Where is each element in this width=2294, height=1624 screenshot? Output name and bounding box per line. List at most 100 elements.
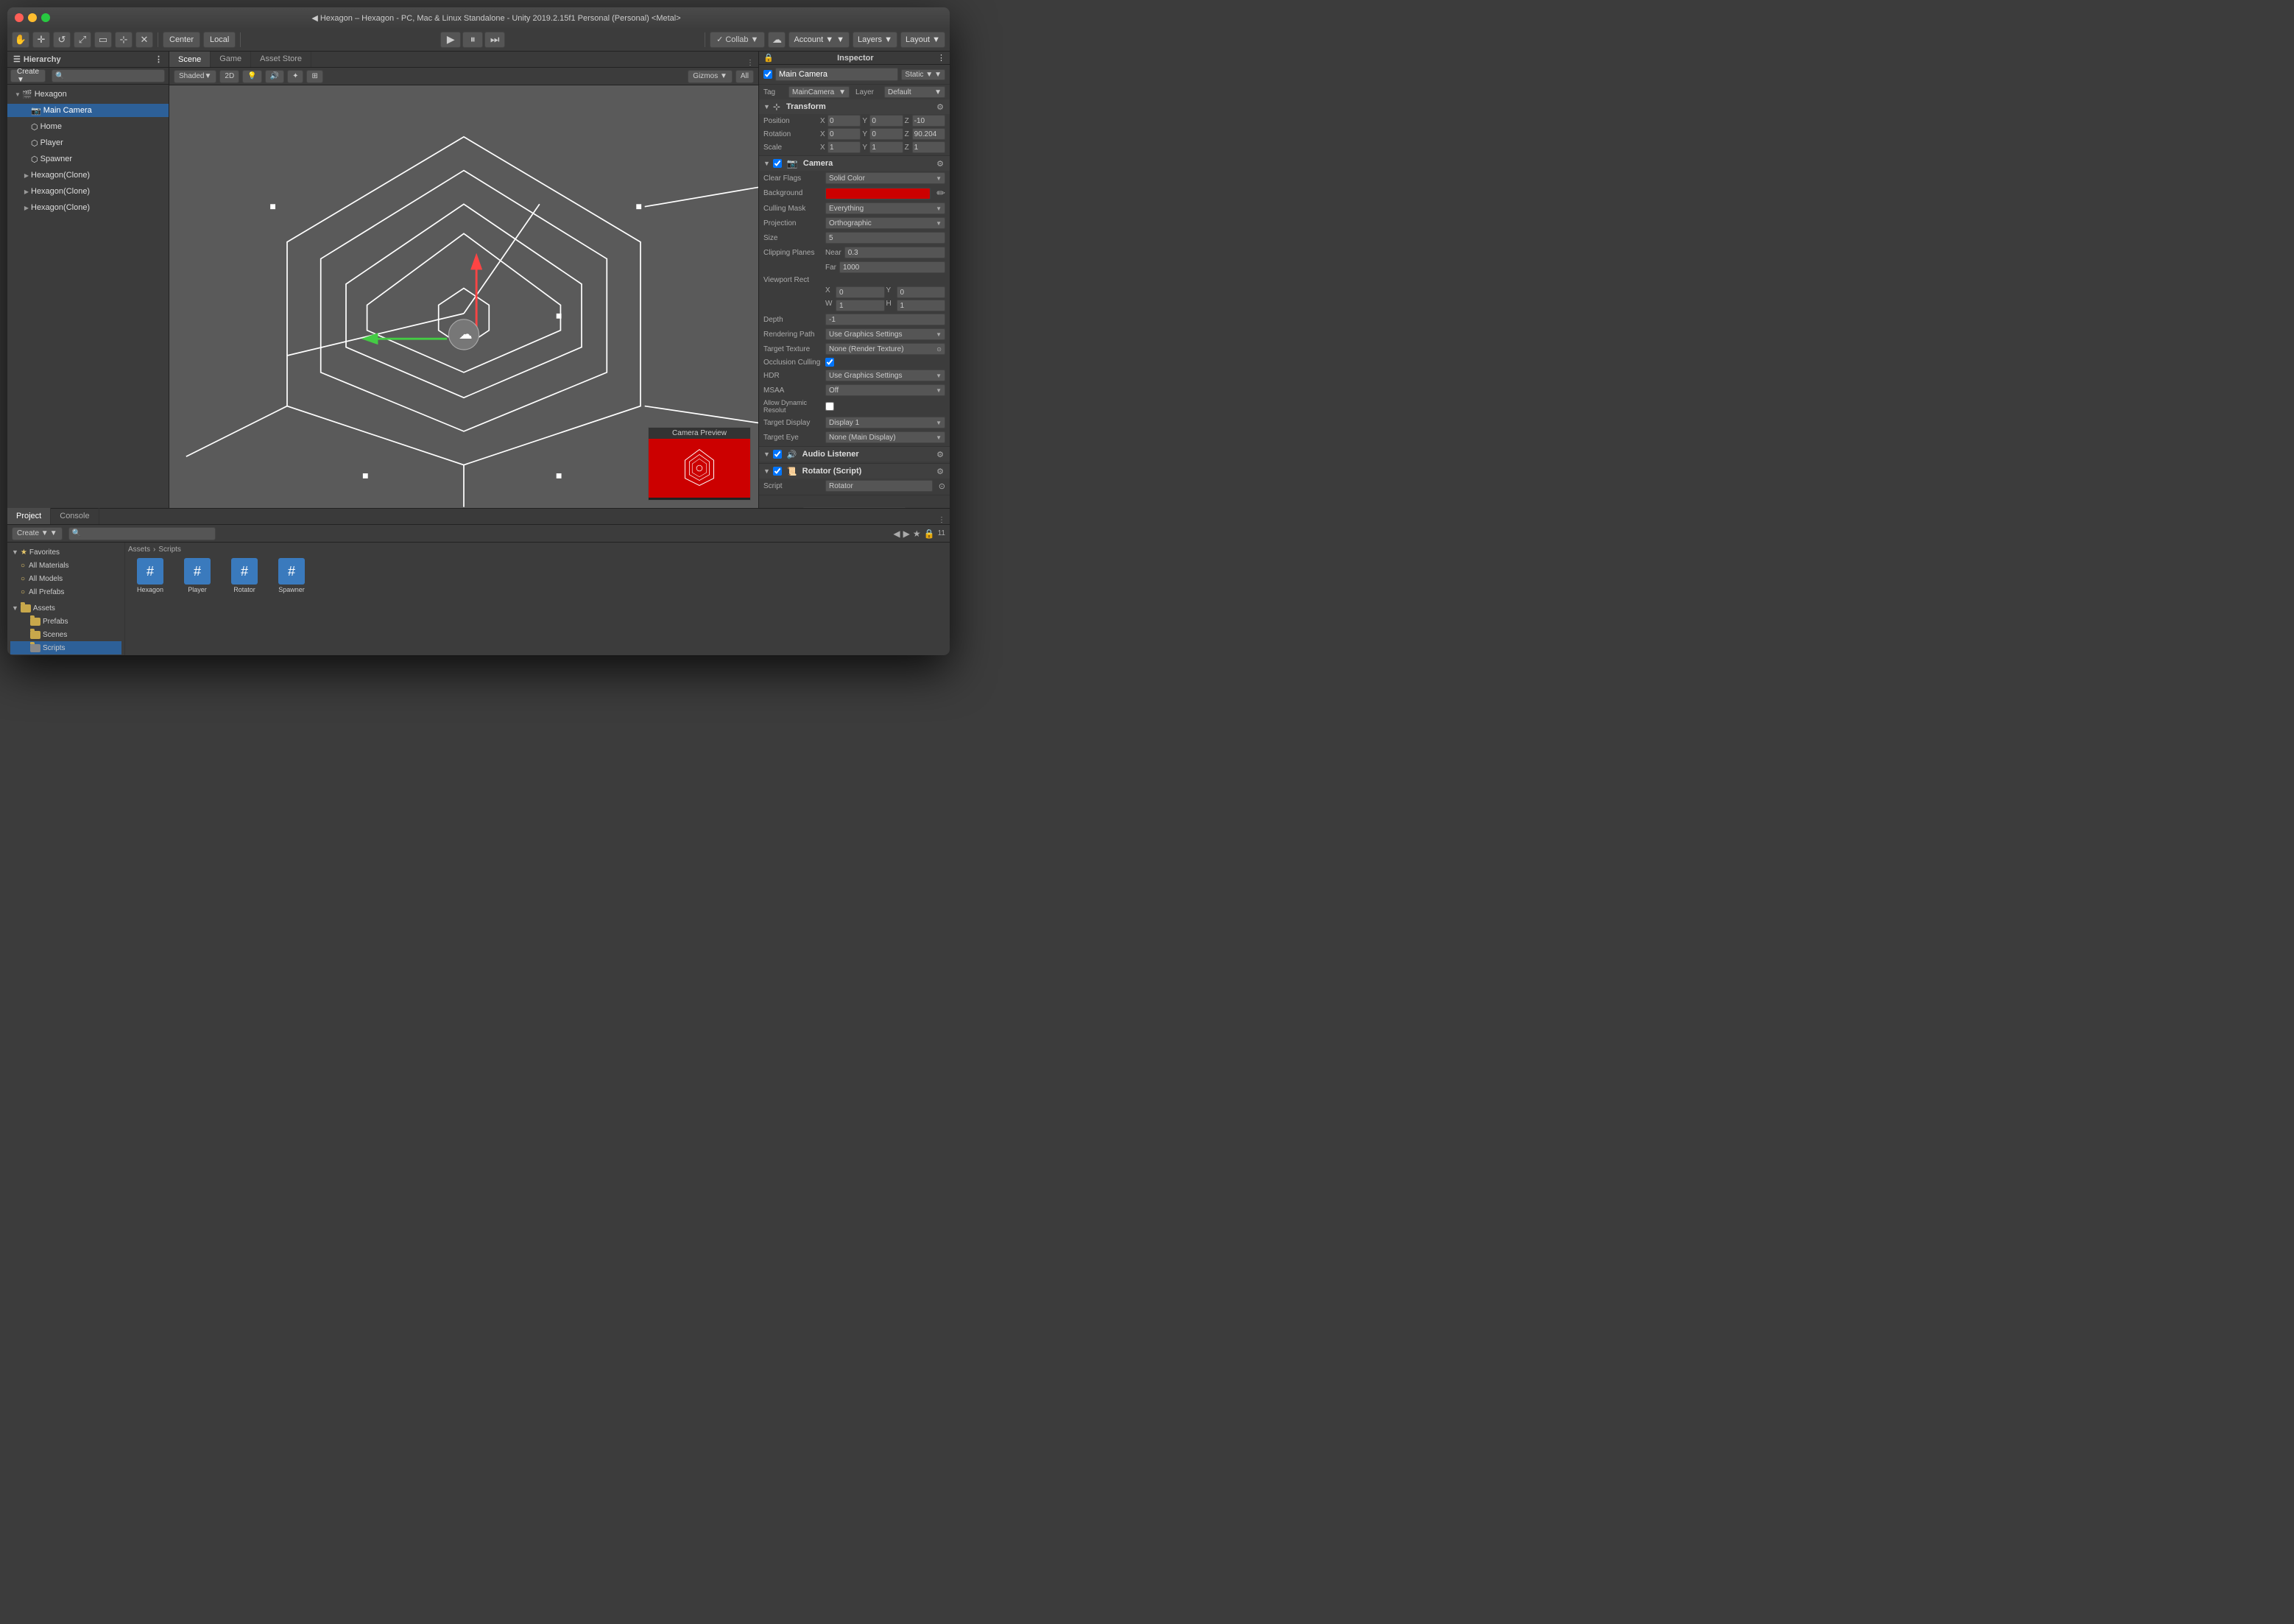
hierarchy-row-clone1[interactable]: ▶ Hexagon(Clone) bbox=[7, 169, 169, 182]
project-back-icon[interactable]: ◀ bbox=[893, 529, 900, 539]
maximize-button[interactable] bbox=[41, 13, 50, 22]
clear-flags-dropdown[interactable]: Solid Color ▼ bbox=[825, 172, 945, 184]
occlusion-culling-checkbox[interactable] bbox=[825, 358, 834, 367]
audio-listener-options[interactable]: ⚙ bbox=[935, 449, 945, 459]
target-texture-dropdown[interactable]: None (Render Texture) ⊙ bbox=[825, 343, 945, 355]
shading-dropdown[interactable]: Shaded ▼ bbox=[174, 70, 216, 83]
project-search-input[interactable] bbox=[81, 529, 212, 537]
vp-h-field[interactable]: 1 bbox=[897, 300, 946, 311]
pivot-local-btn[interactable]: Local bbox=[203, 32, 236, 48]
account-dropdown[interactable]: Account ▼ ▼ bbox=[788, 32, 850, 48]
breadcrumb-scripts[interactable]: Scripts bbox=[158, 546, 181, 554]
camera-header[interactable]: ▼ 📷 Camera ⚙ bbox=[759, 156, 950, 171]
culling-mask-dropdown[interactable]: Everything ▼ bbox=[825, 202, 945, 214]
rotation-y-input[interactable] bbox=[869, 128, 903, 140]
msaa-dropdown[interactable]: Off ▼ bbox=[825, 384, 945, 396]
target-display-dropdown[interactable]: Display 1 ▼ bbox=[825, 417, 945, 428]
hierarchy-create-btn[interactable]: Create ▼ bbox=[10, 69, 46, 82]
dynamic-res-checkbox[interactable] bbox=[825, 402, 834, 411]
bottom-menu-icon[interactable]: ⋮ bbox=[938, 516, 945, 524]
color-picker-icon[interactable]: ✏ bbox=[936, 187, 945, 200]
tab-game[interactable]: Game bbox=[211, 52, 251, 67]
audio-btn[interactable]: 🔊 bbox=[265, 70, 284, 83]
play-button[interactable]: ▶ bbox=[440, 32, 461, 48]
pause-button[interactable]: ⏸ bbox=[462, 32, 483, 48]
tab-scene[interactable]: Scene bbox=[169, 52, 211, 67]
custom-tool-btn[interactable]: ✕ bbox=[135, 32, 153, 48]
target-eye-dropdown[interactable]: None (Main Display) ▼ bbox=[825, 431, 945, 443]
hand-tool-btn[interactable]: ✋ bbox=[12, 32, 29, 48]
hdr-dropdown[interactable]: Use Graphics Settings ▼ bbox=[825, 370, 945, 381]
fx-btn[interactable]: ✦ bbox=[287, 70, 303, 83]
scene-view-options[interactable]: ⊞ bbox=[306, 70, 322, 83]
all-materials-item[interactable]: ○ All Materials bbox=[10, 559, 121, 572]
hierarchy-row-clone3[interactable]: ▶ Hexagon(Clone) bbox=[7, 201, 169, 214]
hierarchy-menu-icon[interactable]: ⋮ bbox=[155, 54, 163, 64]
audio-listener-header[interactable]: ▼ 🔊 Audio Listener ⚙ bbox=[759, 447, 950, 462]
vp-y-field[interactable]: 0 bbox=[897, 286, 946, 298]
rotate-tool-btn[interactable]: ↺ bbox=[53, 32, 71, 48]
breadcrumb-assets[interactable]: Assets bbox=[128, 546, 150, 554]
camera-enabled-checkbox[interactable] bbox=[773, 159, 782, 168]
object-name-input[interactable] bbox=[775, 68, 898, 81]
tab-asset-store[interactable]: Asset Store bbox=[251, 52, 311, 67]
all-models-item[interactable]: ○ All Models bbox=[10, 572, 121, 585]
scale-y-input[interactable] bbox=[869, 141, 903, 153]
transform-options-btn[interactable]: ⚙ bbox=[935, 102, 945, 112]
hierarchy-row-player[interactable]: ⬡ Player bbox=[7, 136, 169, 149]
minimize-button[interactable] bbox=[28, 13, 37, 22]
near-field[interactable]: 0.3 bbox=[844, 247, 945, 258]
size-field[interactable]: 5 bbox=[825, 232, 945, 244]
project-lock-icon[interactable]: 🔒 bbox=[924, 529, 935, 539]
2d-btn[interactable]: 2D bbox=[219, 70, 239, 83]
rotator-script-picker[interactable]: ⊙ bbox=[939, 481, 945, 491]
scene-view[interactable]: ☁ Camera Preview bbox=[169, 85, 758, 508]
position-x-input[interactable] bbox=[827, 115, 861, 127]
projection-dropdown[interactable]: Orthographic ▼ bbox=[825, 217, 945, 229]
rotator-header[interactable]: ▼ 📜 Rotator (Script) ⚙ bbox=[759, 464, 950, 479]
audio-listener-checkbox[interactable] bbox=[773, 450, 782, 459]
step-button[interactable]: ⏭ bbox=[484, 32, 505, 48]
rotation-z-input[interactable] bbox=[912, 128, 945, 140]
position-z-input[interactable] bbox=[912, 115, 945, 127]
all-prefabs-item[interactable]: ○ All Prefabs bbox=[10, 585, 121, 599]
lights-btn[interactable]: 💡 bbox=[242, 70, 261, 83]
camera-options-btn[interactable]: ⚙ bbox=[935, 158, 945, 169]
file-hexagon[interactable]: # Hexagon bbox=[128, 557, 172, 595]
project-forward-icon[interactable]: ▶ bbox=[903, 529, 910, 539]
project-create-btn[interactable]: Create ▼ ▼ bbox=[12, 527, 63, 540]
transform-tool-btn[interactable]: ⊹ bbox=[115, 32, 133, 48]
layout-dropdown[interactable]: Layout ▼ bbox=[900, 32, 945, 48]
gizmos-btn[interactable]: Gizmos ▼ bbox=[688, 70, 733, 83]
hierarchy-row-home[interactable]: ⬡ Home bbox=[7, 120, 169, 133]
hierarchy-row-main-camera[interactable]: 📷 Main Camera bbox=[7, 104, 169, 117]
far-field[interactable]: 1000 bbox=[839, 261, 945, 273]
file-player[interactable]: # Player bbox=[175, 557, 219, 595]
tag-dropdown[interactable]: MainCamera ▼ bbox=[788, 86, 850, 98]
project-star-icon[interactable]: ★ bbox=[913, 529, 921, 539]
scripts-folder[interactable]: Scripts bbox=[10, 641, 121, 654]
prefabs-folder[interactable]: Prefabs bbox=[10, 615, 121, 628]
scene-menu-icon[interactable]: ⋮ bbox=[747, 59, 754, 67]
pivot-center-btn[interactable]: Center bbox=[163, 32, 200, 48]
rotation-x-input[interactable] bbox=[827, 128, 861, 140]
rendering-path-dropdown[interactable]: Use Graphics Settings ▼ bbox=[825, 328, 945, 340]
rotator-enabled-checkbox[interactable] bbox=[773, 467, 782, 476]
scene-all-btn[interactable]: All bbox=[735, 70, 754, 83]
hierarchy-row-hexagon[interactable]: ▼ 🎬 Hexagon bbox=[7, 88, 169, 101]
transform-header[interactable]: ▼ ⊹ Transform ⚙ bbox=[759, 99, 950, 114]
object-enabled-checkbox[interactable] bbox=[763, 70, 772, 79]
file-spawner[interactable]: # Spawner bbox=[269, 557, 314, 595]
layers-dropdown[interactable]: Layers ▼ bbox=[853, 32, 897, 48]
assets-group[interactable]: ▼ Assets bbox=[10, 601, 121, 615]
vp-w-field[interactable]: 1 bbox=[836, 300, 885, 311]
hierarchy-row-spawner[interactable]: ⬡ Spawner bbox=[7, 152, 169, 166]
collab-button[interactable]: ✓ Collab ▼ bbox=[710, 32, 765, 48]
tab-project[interactable]: Project bbox=[7, 508, 51, 524]
file-rotator[interactable]: # Rotator bbox=[222, 557, 267, 595]
rect-tool-btn[interactable]: ▭ bbox=[94, 32, 112, 48]
scenes-folder[interactable]: Scenes bbox=[10, 628, 121, 641]
layer-dropdown[interactable]: Default ▼ bbox=[884, 86, 945, 98]
hierarchy-row-clone2[interactable]: ▶ Hexagon(Clone) bbox=[7, 185, 169, 198]
scale-x-input[interactable] bbox=[827, 141, 861, 153]
